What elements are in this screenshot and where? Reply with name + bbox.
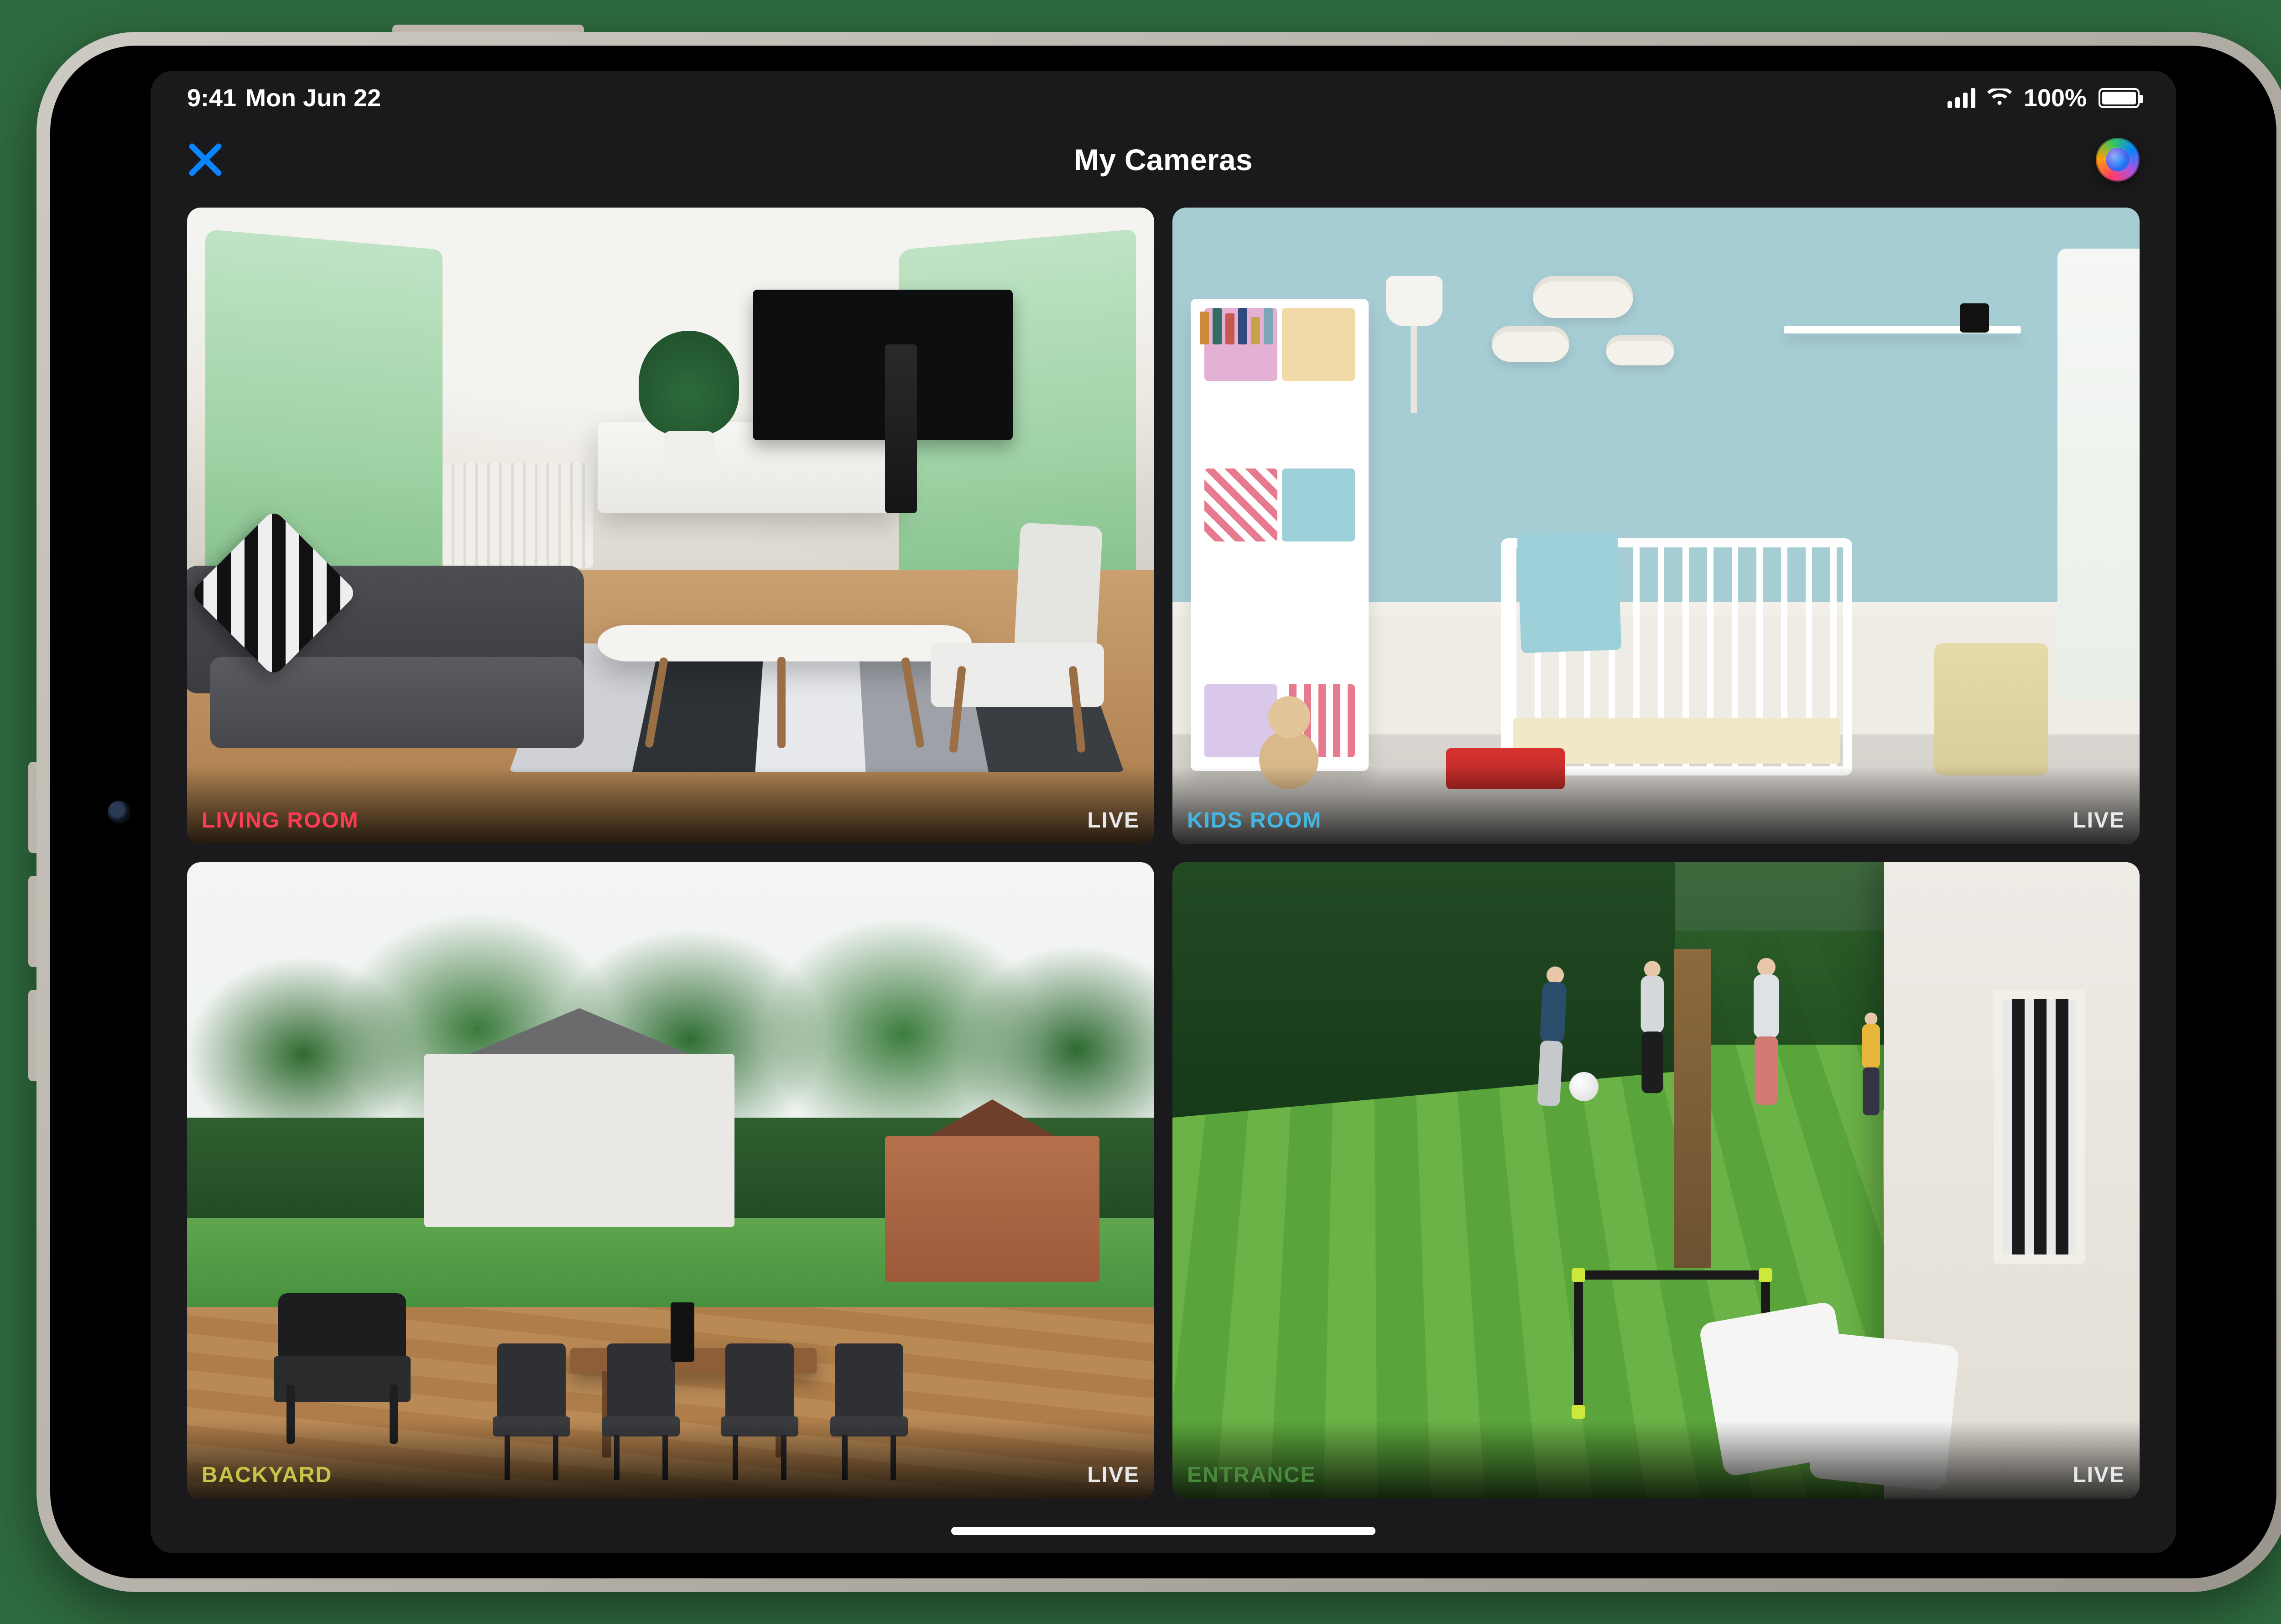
camera-tile-backyard[interactable]: BACKYARD LIVE [187, 862, 1154, 1499]
close-button[interactable] [187, 141, 224, 178]
battery-percent: 100% [2024, 84, 2087, 112]
page-title: My Cameras [151, 142, 2176, 177]
wifi-icon [1987, 88, 2012, 108]
camera-tile-living-room[interactable]: LIVING ROOM LIVE [187, 208, 1154, 844]
camera-name-label: LIVING ROOM [202, 808, 359, 833]
camera-status-badge: LIVE [1087, 1463, 1140, 1488]
front-camera-icon [108, 801, 130, 823]
camera-feed [187, 208, 1154, 844]
status-bar: 9:41 Mon Jun 22 100% [151, 71, 2176, 125]
status-right: 100% [1948, 84, 2140, 112]
status-time: 9:41 [187, 84, 236, 112]
screen: 9:41 Mon Jun 22 100% [151, 71, 2176, 1553]
camera-grid: LIVING ROOM LIVE [187, 208, 2140, 1499]
camera-name-label: ENTRANCE [1187, 1463, 1316, 1488]
home-indicator[interactable] [951, 1527, 1375, 1535]
nav-bar: My Cameras [151, 125, 2176, 194]
camera-name-label: BACKYARD [202, 1463, 332, 1488]
cellular-signal-icon [1948, 88, 1975, 108]
camera-status-badge: LIVE [2073, 808, 2125, 833]
volume-buttons[interactable] [28, 762, 36, 1081]
camera-feed [1172, 862, 2140, 1499]
camera-name-label: KIDS ROOM [1187, 808, 1322, 833]
ipad-device-frame: 9:41 Mon Jun 22 100% [36, 32, 2281, 1592]
power-button[interactable] [392, 25, 584, 32]
camera-tile-kids-room[interactable]: KIDS ROOM LIVE [1172, 208, 2140, 844]
siri-button[interactable] [2096, 138, 2140, 182]
status-date: Mon Jun 22 [245, 84, 381, 112]
camera-tile-entrance[interactable]: ENTRANCE LIVE [1172, 862, 2140, 1499]
bezel: 9:41 Mon Jun 22 100% [50, 46, 2276, 1578]
battery-icon [2099, 88, 2140, 108]
camera-feed [187, 862, 1154, 1499]
camera-feed [1172, 208, 2140, 844]
camera-status-badge: LIVE [1087, 808, 1140, 833]
camera-status-badge: LIVE [2073, 1463, 2125, 1488]
status-left: 9:41 Mon Jun 22 [187, 84, 381, 112]
